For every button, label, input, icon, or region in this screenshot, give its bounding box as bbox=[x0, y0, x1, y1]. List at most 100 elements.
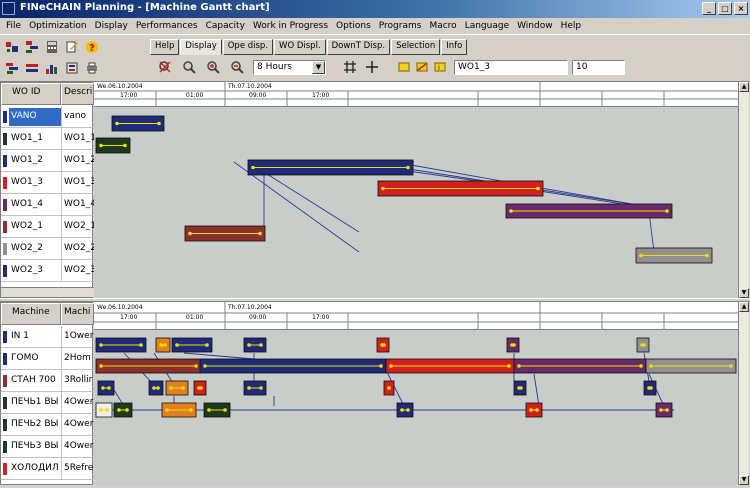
scroll-down-icon[interactable]: ▼ bbox=[739, 475, 749, 485]
bar-end-marker[interactable] bbox=[258, 231, 262, 236]
bar-end-marker[interactable] bbox=[163, 343, 167, 347]
machine-row[interactable]: ХОЛОДИЛЬ 5Refre bbox=[1, 458, 94, 480]
export-icon[interactable] bbox=[64, 60, 80, 76]
bar-start-marker[interactable] bbox=[207, 408, 211, 412]
bar-end-marker[interactable] bbox=[639, 364, 643, 368]
bar-end-marker[interactable] bbox=[157, 121, 161, 126]
bar-start-marker[interactable] bbox=[99, 343, 103, 347]
bar-start-marker[interactable] bbox=[517, 364, 521, 368]
bar-start-marker[interactable] bbox=[247, 343, 251, 347]
machine-descr-cell[interactable]: 3Rollir bbox=[64, 375, 94, 385]
bar-start-marker[interactable] bbox=[115, 121, 119, 126]
close-button[interactable]: × bbox=[734, 2, 748, 15]
bar-start-marker[interactable] bbox=[165, 408, 169, 412]
machine-descr-cell[interactable]: 2Hom bbox=[64, 353, 94, 363]
machine-descr-cell[interactable]: 4Ower bbox=[64, 419, 94, 429]
bar-start-marker[interactable] bbox=[99, 364, 103, 368]
machine-row[interactable]: ПЕЧЬ1 ВЫХ 4Ower bbox=[1, 392, 94, 414]
bar-start-marker[interactable] bbox=[152, 386, 156, 390]
machine-id-cell[interactable]: ГОМО bbox=[11, 353, 59, 363]
bar-end-marker[interactable] bbox=[665, 209, 669, 213]
bar-end-marker[interactable] bbox=[125, 408, 129, 412]
bar-end-marker[interactable] bbox=[642, 343, 646, 347]
machine-id-cell[interactable]: ПЕЧЬ3 ВЫХ bbox=[11, 441, 59, 451]
machine-row[interactable]: IN 1 1Ower bbox=[1, 326, 94, 348]
machine-id-cell[interactable]: IN 1 bbox=[11, 331, 59, 341]
bar-start-marker[interactable] bbox=[389, 364, 393, 368]
machine-id-cell[interactable]: ПЕЧЬ1 ВЫХ bbox=[11, 397, 59, 407]
wo-id-cell[interactable]: WO1_3 bbox=[11, 177, 59, 187]
menu-display[interactable]: Display bbox=[91, 21, 132, 31]
bar-start-marker[interactable] bbox=[509, 209, 513, 213]
zoom-out-icon[interactable] bbox=[181, 59, 197, 75]
lower-gantt-canvas[interactable] bbox=[94, 330, 738, 485]
lower-vertical-scrollbar[interactable]: ▲ ▼ bbox=[738, 302, 749, 485]
scroll-up-icon[interactable]: ▲ bbox=[739, 82, 749, 92]
wo-grid-scrollbar[interactable] bbox=[1, 287, 94, 297]
maximize-button[interactable]: □ bbox=[718, 2, 732, 15]
wo-row[interactable]: WO2_1 WO2_1 bbox=[1, 216, 94, 238]
bar-end-marker[interactable] bbox=[379, 364, 383, 368]
wo-icon[interactable] bbox=[24, 39, 40, 55]
tab-selection[interactable]: Selection bbox=[391, 39, 441, 55]
bar-start-marker[interactable] bbox=[659, 408, 663, 412]
lower-gantt-chart[interactable] bbox=[94, 330, 738, 485]
menu-language[interactable]: Language bbox=[461, 21, 513, 31]
menu-capacity[interactable]: Capacity bbox=[202, 21, 249, 31]
bar-start-marker[interactable] bbox=[639, 253, 643, 258]
wo-descr-cell[interactable]: vano bbox=[64, 111, 94, 121]
bar-end-marker[interactable] bbox=[512, 343, 516, 347]
machine-icon[interactable] bbox=[4, 39, 20, 55]
chevron-down-icon[interactable]: ▼ bbox=[312, 61, 325, 74]
wo-id-cell[interactable]: WO1_2 bbox=[11, 155, 59, 165]
menu-window[interactable]: Window bbox=[513, 21, 557, 31]
flag-icon[interactable] bbox=[414, 59, 430, 75]
bar-start-marker[interactable] bbox=[169, 386, 173, 390]
bar-start-marker[interactable] bbox=[175, 343, 179, 347]
upper-gantt-chart[interactable] bbox=[94, 107, 738, 298]
wo-id-cell[interactable]: WO1_1 bbox=[11, 133, 59, 143]
bar-end-marker[interactable] bbox=[519, 386, 523, 390]
wo-descr-cell[interactable]: WO2_3 bbox=[64, 265, 94, 275]
wo-descr-cell[interactable]: WO1_2 bbox=[64, 155, 94, 165]
edit-icon[interactable] bbox=[64, 39, 80, 55]
wo-id-cell[interactable]: WO2_1 bbox=[11, 221, 59, 231]
wo-row[interactable]: WO1_4 WO1_4 bbox=[1, 194, 94, 216]
note-icon[interactable] bbox=[396, 59, 412, 75]
bar-start-marker[interactable] bbox=[400, 408, 404, 412]
bar-end-marker[interactable] bbox=[194, 364, 198, 368]
tab-wo-displ[interactable]: WO Displ. bbox=[274, 39, 326, 55]
wo-row[interactable]: WO2_2 WO2_2 bbox=[1, 238, 94, 260]
wo-row[interactable]: WO2_3 WO2_3 bbox=[1, 260, 94, 282]
machine-row[interactable]: ПЕЧЬ2 ВЫХ 4Ower bbox=[1, 414, 94, 436]
tab-downt-disp[interactable]: DownT Disp. bbox=[326, 39, 391, 55]
bar-start-marker[interactable] bbox=[159, 343, 163, 347]
wo-id-cell[interactable]: WO1_4 bbox=[11, 199, 59, 209]
wo-descr-cell[interactable]: WO1_4 bbox=[64, 199, 94, 209]
machine-id-cell[interactable]: ХОЛОДИЛЬ bbox=[11, 463, 59, 473]
bar-start-marker[interactable] bbox=[188, 231, 192, 236]
bar-end-marker[interactable] bbox=[507, 364, 511, 368]
wo-search-input[interactable]: WO1_3 bbox=[454, 60, 568, 75]
bar-end-marker[interactable] bbox=[382, 343, 386, 347]
zoom-minus-icon[interactable] bbox=[229, 59, 245, 75]
machine-descr-cell[interactable]: 4Ower bbox=[64, 441, 94, 451]
grid-icon[interactable] bbox=[342, 59, 358, 75]
wo-descr-cell[interactable]: WO2_2 bbox=[64, 243, 94, 253]
zoom-level-select[interactable]: 8 Hours ▼ bbox=[253, 60, 326, 75]
menu-help[interactable]: Help bbox=[557, 21, 586, 31]
scroll-down-icon[interactable]: ▼ bbox=[739, 288, 749, 298]
machine-row[interactable]: ГОМО 2Hom bbox=[1, 348, 94, 370]
bar-end-marker[interactable] bbox=[105, 408, 109, 412]
bar-start-marker[interactable] bbox=[529, 408, 533, 412]
machine-descr-cell[interactable]: 1Ower bbox=[64, 331, 94, 341]
bar-end-marker[interactable] bbox=[729, 364, 733, 368]
bar-end-marker[interactable] bbox=[123, 143, 127, 148]
tab-display[interactable]: Display bbox=[180, 39, 222, 55]
tab-info[interactable]: Info bbox=[441, 39, 468, 55]
wo-id-cell[interactable]: WO2_2 bbox=[11, 243, 59, 253]
bar-end-marker[interactable] bbox=[259, 343, 263, 347]
bar-end-marker[interactable] bbox=[181, 386, 185, 390]
crosshair-icon[interactable] bbox=[364, 59, 380, 75]
bar-start-marker[interactable] bbox=[117, 408, 121, 412]
